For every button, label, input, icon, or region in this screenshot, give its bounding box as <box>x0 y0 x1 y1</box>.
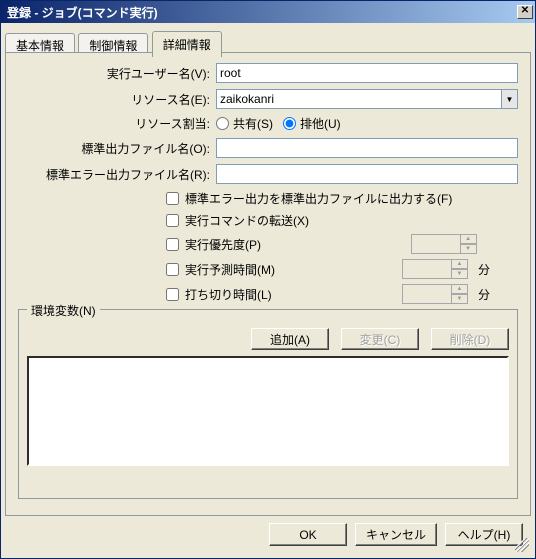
exec-est-time-spinner[interactable]: ▲▼ <box>402 259 468 279</box>
cancel-button[interactable]: キャンセル <box>355 523 437 546</box>
exec-user-input[interactable] <box>216 63 518 83</box>
resize-grip-icon[interactable] <box>515 538 529 552</box>
stdout-file-input[interactable] <box>216 138 518 158</box>
title-bar: 登録 - ジョブ(コマンド実行) ✕ <box>1 1 535 23</box>
label-stderr-file: 標準エラー出力ファイル名(R): <box>18 166 216 183</box>
triangle-down-icon[interactable]: ▼ <box>461 244 477 254</box>
exec-priority-unit <box>487 237 490 251</box>
add-button[interactable]: 追加(A) <box>251 328 329 350</box>
triangle-down-icon[interactable]: ▼ <box>452 294 468 304</box>
check-cutoff-time-label: 打ち切り時間(L) <box>185 286 272 303</box>
check-cmd-transfer[interactable] <box>166 214 179 227</box>
cutoff-time-value[interactable] <box>402 284 452 304</box>
detail-panel: 実行ユーザー名(V): リソース名(E): ▼ リソース割当: <box>5 52 531 516</box>
radio-exclusive[interactable]: 排他(U) <box>283 115 341 132</box>
tab-detail[interactable]: 詳細情報 <box>152 31 222 57</box>
minutes-unit: 分 <box>478 261 490 278</box>
check-exec-est-time-label: 実行予測時間(M) <box>185 261 275 278</box>
triangle-up-icon[interactable]: ▲ <box>452 259 468 269</box>
exec-priority-spinner[interactable]: ▲▼ <box>411 234 477 254</box>
env-vars-listbox[interactable] <box>27 356 509 466</box>
chevron-down-icon[interactable]: ▼ <box>501 89 518 109</box>
stderr-file-input[interactable] <box>216 164 518 184</box>
help-button[interactable]: ヘルプ(H) <box>445 523 523 546</box>
radio-exclusive-label: 排他(U) <box>300 115 341 132</box>
footer-buttons: OK キャンセル ヘルプ(H) <box>269 523 523 546</box>
check-stderr-to-stdout[interactable] <box>166 192 179 205</box>
dialog-window: 登録 - ジョブ(コマンド実行) ✕ 基本情報 制御情報 詳細情報 実行ユーザー… <box>0 0 536 559</box>
cutoff-time-spinner[interactable]: ▲▼ <box>402 284 468 304</box>
tab-strip: 基本情報 制御情報 詳細情報 <box>5 31 531 53</box>
check-exec-priority[interactable] <box>166 238 179 251</box>
exec-est-time-value[interactable] <box>402 259 452 279</box>
change-button[interactable]: 変更(C) <box>341 328 419 350</box>
triangle-up-icon[interactable]: ▲ <box>461 234 477 244</box>
check-cutoff-time[interactable] <box>166 288 179 301</box>
close-icon[interactable]: ✕ <box>517 5 533 19</box>
triangle-up-icon[interactable]: ▲ <box>452 284 468 294</box>
exec-priority-value[interactable] <box>411 234 461 254</box>
label-resource-name: リソース名(E): <box>18 91 216 108</box>
delete-button[interactable]: 削除(D) <box>431 328 509 350</box>
resource-name-input[interactable] <box>216 89 501 109</box>
radio-shared-input[interactable] <box>216 117 229 130</box>
env-vars-group: 環境変数(N) 追加(A) 変更(C) 削除(D) <box>18 309 518 499</box>
check-stderr-to-stdout-label: 標準エラー出力を標準出力ファイルに出力する(F) <box>185 190 452 207</box>
check-exec-est-time[interactable] <box>166 263 179 276</box>
triangle-down-icon[interactable]: ▼ <box>452 269 468 279</box>
radio-shared[interactable]: 共有(S) <box>216 115 273 132</box>
label-resource-alloc: リソース割当: <box>18 115 216 132</box>
label-stdout-file: 標準出力ファイル名(O): <box>18 140 216 157</box>
env-vars-legend: 環境変数(N) <box>27 302 100 319</box>
client-area: 基本情報 制御情報 詳細情報 実行ユーザー名(V): リソース名(E): ▼ <box>5 27 531 554</box>
check-cmd-transfer-label: 実行コマンドの転送(X) <box>185 212 309 229</box>
radio-shared-label: 共有(S) <box>233 115 273 132</box>
radio-exclusive-input[interactable] <box>283 117 296 130</box>
label-exec-user: 実行ユーザー名(V): <box>18 65 216 82</box>
check-exec-priority-label: 実行優先度(P) <box>185 236 261 253</box>
resource-name-combo[interactable]: ▼ <box>216 89 518 109</box>
ok-button[interactable]: OK <box>269 523 347 546</box>
minutes-unit: 分 <box>478 286 490 303</box>
window-title: 登録 - ジョブ(コマンド実行) <box>7 4 158 21</box>
